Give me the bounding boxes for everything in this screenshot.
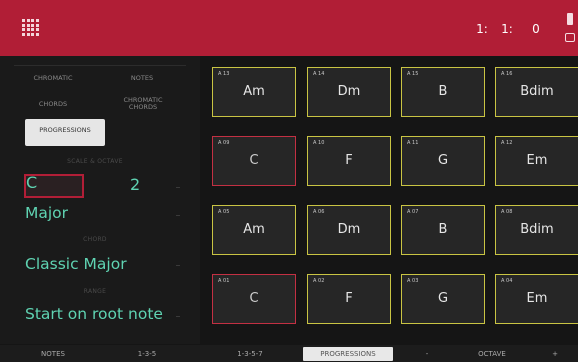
pad-chord: G <box>437 291 449 306</box>
divider <box>176 265 180 266</box>
pad-number: A 06 <box>313 209 325 215</box>
pad[interactable]: A 08 Bdim <box>495 205 578 255</box>
root-note-value: C <box>26 173 38 192</box>
beats-position: 1: <box>501 22 513 36</box>
range-label: RANGE <box>83 288 107 295</box>
notes-button[interactable]: NOTES <box>8 347 98 361</box>
pad-number: A 09 <box>218 140 230 146</box>
divider <box>176 187 180 188</box>
pad[interactable]: A 03 G <box>401 274 485 324</box>
mode-chromatic[interactable]: CHROMATIC <box>28 75 78 82</box>
pad-number: A 03 <box>407 278 419 284</box>
octave-label: OCTAVE <box>478 350 506 358</box>
pad[interactable]: A 01 C <box>212 274 296 324</box>
ticks-position: 0 <box>532 22 540 36</box>
pad-chord: Bdim <box>520 84 554 99</box>
pad-chord: C <box>249 153 259 168</box>
progressions-button[interactable]: PROGRESSIONS <box>303 347 393 361</box>
header-bar: 1: 1: 0 <box>0 0 578 56</box>
mode-chromatic-chords-line2: CHORDS <box>128 103 158 111</box>
pad-chord: Em <box>526 153 548 168</box>
pad-number: A 07 <box>407 209 419 215</box>
pad-number: A 05 <box>218 209 230 215</box>
triad-button[interactable]: 1-3-5 <box>102 347 192 361</box>
pad[interactable]: A 10 F <box>307 136 391 186</box>
scale-octave-label: SCALE & OCTAVE <box>67 158 123 165</box>
pad[interactable]: A 14 Dm <box>307 67 391 117</box>
seventh-chord-button[interactable]: 1-3-5-7 <box>200 347 300 361</box>
pad[interactable]: A 02 F <box>307 274 391 324</box>
mode-progressions[interactable]: PROGRESSIONS <box>25 119 105 146</box>
pad-number: A 14 <box>313 71 325 77</box>
power-plug-icon <box>565 33 575 42</box>
pad[interactable]: A 11 G <box>401 136 485 186</box>
grid-menu-icon[interactable] <box>22 19 39 36</box>
mode-chords[interactable]: CHORDS <box>28 101 78 108</box>
pad[interactable]: A 04 Em <box>495 274 578 324</box>
pad-chord: C <box>249 291 259 306</box>
pad-number: A 12 <box>501 140 513 146</box>
pad-chord: Am <box>243 222 265 237</box>
pad-chord: Bdim <box>520 222 554 237</box>
pad-number: A 11 <box>407 140 419 146</box>
pad-mode-panel: CHROMATIC NOTES CHORDS CHROMATIC CHORDS … <box>0 56 200 344</box>
pad-number: A 16 <box>501 71 513 77</box>
pad[interactable]: A 06 Dm <box>307 205 391 255</box>
pad[interactable]: A 07 B <box>401 205 485 255</box>
pad[interactable]: A 05 Am <box>212 205 296 255</box>
bars-position: 1: <box>476 22 488 36</box>
pad[interactable]: A 16 Bdim <box>495 67 578 117</box>
chord-label: CHORD <box>83 236 107 243</box>
pad-number: A 13 <box>218 71 230 77</box>
octave-down-button[interactable]: - <box>412 347 442 361</box>
pad-chord: F <box>345 291 353 306</box>
divider <box>176 316 180 317</box>
octave-up-button[interactable]: + <box>540 347 570 361</box>
pad-number: A 10 <box>313 140 325 146</box>
pad[interactable]: A 13 Am <box>212 67 296 117</box>
chord-field[interactable]: Classic Major <box>25 255 127 273</box>
pad[interactable]: A 09 C <box>212 136 296 186</box>
pad-chord: Dm <box>337 222 361 237</box>
pad[interactable]: A 15 B <box>401 67 485 117</box>
mode-chromatic-chords[interactable]: CHROMATIC CHORDS <box>118 97 168 111</box>
footer-bar: NOTES 1-3-5 1-3-5-7 PROGRESSIONS - OCTAV… <box>0 345 578 362</box>
pad[interactable]: A 12 Em <box>495 136 578 186</box>
pad-chord: Am <box>243 84 265 99</box>
pad-number: A 04 <box>501 278 513 284</box>
pad-chord: B <box>438 84 448 99</box>
pad-chord: Dm <box>337 84 361 99</box>
pad-number: A 02 <box>313 278 325 284</box>
pad-chord: G <box>437 153 449 168</box>
scale-field[interactable]: Major <box>25 204 68 222</box>
octave-value[interactable]: 2 <box>130 175 140 194</box>
divider <box>14 65 186 66</box>
pad-number: A 01 <box>218 278 230 284</box>
pad-chord: B <box>438 222 448 237</box>
pad-number: A 08 <box>501 209 513 215</box>
pad-number: A 15 <box>407 71 419 77</box>
pad-chord: Em <box>526 291 548 306</box>
divider <box>176 215 180 216</box>
battery-icon <box>567 13 573 25</box>
mode-notes[interactable]: NOTES <box>122 75 162 82</box>
range-field[interactable]: Start on root note <box>25 305 163 323</box>
pad-chord: F <box>345 153 353 168</box>
